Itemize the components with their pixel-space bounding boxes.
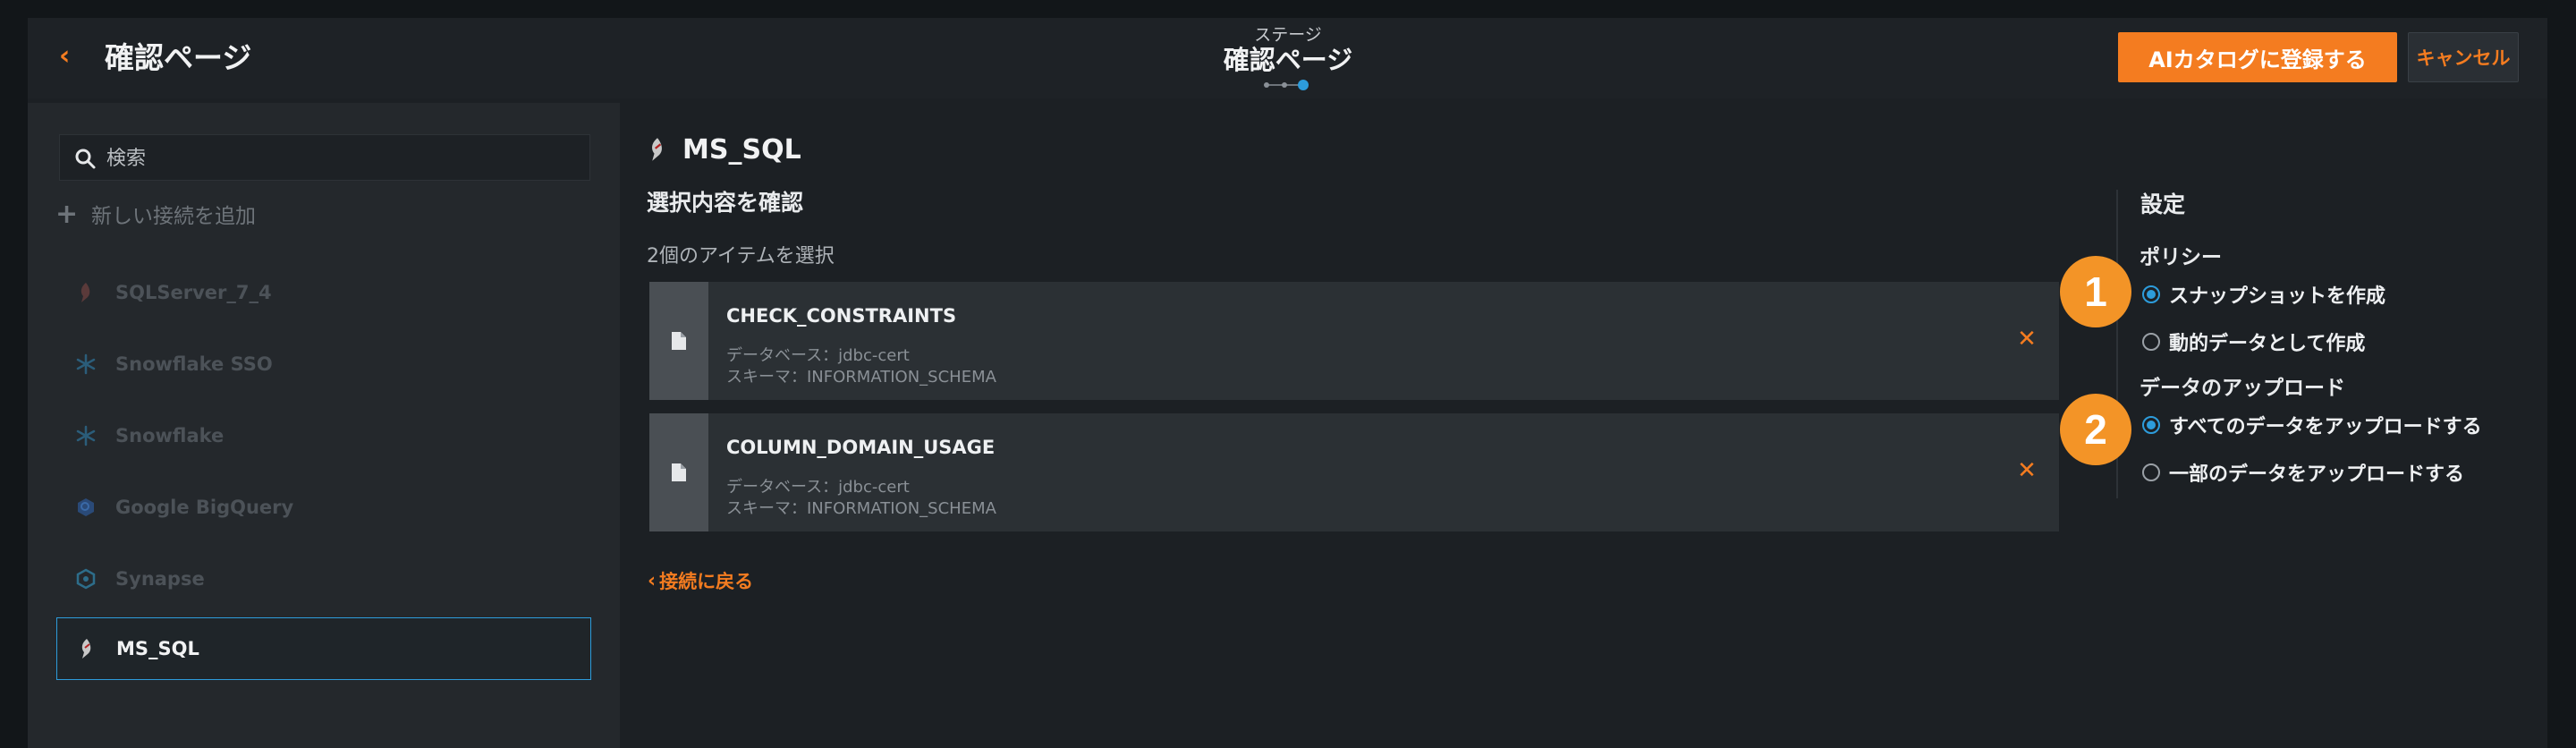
stepper-dot-active bbox=[1298, 80, 1309, 90]
sql-server-icon bbox=[75, 637, 98, 660]
sidebar-item-label: Snowflake SSO bbox=[115, 353, 273, 375]
radio-button[interactable] bbox=[2142, 333, 2160, 351]
file-icon bbox=[649, 413, 708, 531]
remove-item-icon[interactable]: ✕ bbox=[2014, 327, 2039, 352]
radio-create-dynamic[interactable]: 動的データとして作成 bbox=[2142, 327, 2365, 356]
stepper-dot bbox=[1282, 82, 1287, 88]
back-to-connections-link[interactable]: ‹ 接続に戻る bbox=[648, 567, 753, 594]
item-name: COLUMN_DOMAIN_USAGE bbox=[726, 437, 996, 458]
add-connection-button[interactable]: + 新しい接続を追加 bbox=[55, 198, 256, 230]
upload-label: データのアップロード bbox=[2140, 377, 2345, 400]
snowflake-icon bbox=[74, 424, 97, 447]
radio-button-checked[interactable] bbox=[2142, 416, 2160, 434]
file-icon bbox=[649, 282, 708, 400]
chevron-left-icon: ‹ bbox=[648, 569, 657, 592]
sidebar-item-label: Google BigQuery bbox=[115, 497, 294, 518]
radio-button-checked[interactable] bbox=[2142, 285, 2160, 303]
sidebar-item-sqlserver-7-4[interactable]: SQLServer_7_4 bbox=[56, 261, 591, 324]
callout-badge: 1 bbox=[2060, 256, 2131, 327]
search-box bbox=[59, 134, 590, 181]
stage-title: 確認ページ bbox=[1223, 45, 1353, 75]
search-icon bbox=[75, 149, 96, 169]
radio-label: すべてのデータをアップロードする bbox=[2169, 416, 2482, 438]
sidebar-item-ms-sql[interactable]: MS_SQL bbox=[56, 617, 591, 680]
sidebar-item-snowflake[interactable]: Snowflake bbox=[56, 404, 591, 467]
stepper-dot bbox=[1264, 82, 1269, 88]
cancel-button[interactable]: キャンセル bbox=[2408, 32, 2519, 82]
sidebar-item-snowflake-sso[interactable]: Snowflake SSO bbox=[56, 333, 591, 395]
sql-server-icon bbox=[652, 138, 662, 161]
back-link-label: 接続に戻る bbox=[659, 571, 754, 592]
radio-upload-all[interactable]: すべてのデータをアップロードする bbox=[2142, 411, 2482, 439]
search-input[interactable] bbox=[106, 142, 241, 174]
stage-stepper bbox=[1264, 79, 1312, 91]
synapse-icon bbox=[74, 567, 97, 591]
sidebar-item-google-bigquery[interactable]: Google BigQuery bbox=[56, 476, 591, 539]
radio-upload-partial[interactable]: 一部のデータをアップロードする bbox=[2142, 458, 2464, 487]
plus-icon: + bbox=[55, 198, 79, 230]
register-ai-catalog-button[interactable]: AIカタログに登録する bbox=[2118, 32, 2397, 82]
radio-label: スナップショットを作成 bbox=[2169, 285, 2386, 308]
radio-label: 一部のデータをアップロードする bbox=[2169, 463, 2465, 486]
add-connection-label: 新しい接続を追加 bbox=[91, 205, 256, 228]
sql-server-icon bbox=[74, 281, 97, 304]
remove-item-icon[interactable]: ✕ bbox=[2014, 458, 2039, 483]
selected-count: 2個のアイテムを選択 bbox=[647, 245, 835, 268]
sidebar-item-label: Snowflake bbox=[115, 425, 225, 446]
radio-button[interactable] bbox=[2142, 463, 2160, 481]
item-database: データベース：jdbc-cert bbox=[726, 346, 910, 365]
bigquery-icon bbox=[74, 496, 97, 519]
connection-title: MS_SQL bbox=[682, 134, 801, 166]
page-title: 確認ページ bbox=[105, 40, 252, 75]
callout-badge: 2 bbox=[2060, 394, 2131, 465]
settings-heading: 設定 bbox=[2140, 191, 2186, 217]
snowflake-icon bbox=[74, 353, 97, 376]
sidebar-item-label: MS_SQL bbox=[116, 638, 199, 659]
item-schema: スキーマ：INFORMATION_SCHEMA bbox=[726, 499, 996, 518]
item-name: CHECK_CONSTRAINTS bbox=[726, 305, 957, 327]
sidebar-item-label: Synapse bbox=[115, 568, 205, 590]
item-database: データベース：jdbc-cert bbox=[726, 478, 910, 497]
radio-create-snapshot[interactable]: スナップショットを作成 bbox=[2142, 280, 2385, 309]
selected-item-card: CHECK_CONSTRAINTS データベース：jdbc-cert スキーマ：… bbox=[649, 282, 2059, 400]
sidebar-item-label: SQLServer_7_4 bbox=[115, 282, 272, 303]
review-heading: 選択内容を確認 bbox=[647, 190, 804, 216]
selected-item-card: COLUMN_DOMAIN_USAGE データベース：jdbc-cert スキー… bbox=[649, 413, 2059, 531]
radio-label: 動的データとして作成 bbox=[2169, 333, 2366, 355]
item-schema: スキーマ：INFORMATION_SCHEMA bbox=[726, 368, 996, 387]
sidebar-item-synapse[interactable]: Synapse bbox=[56, 548, 591, 610]
policy-label: ポリシー bbox=[2140, 246, 2222, 269]
back-chevron-icon[interactable]: ‹ bbox=[59, 41, 86, 72]
